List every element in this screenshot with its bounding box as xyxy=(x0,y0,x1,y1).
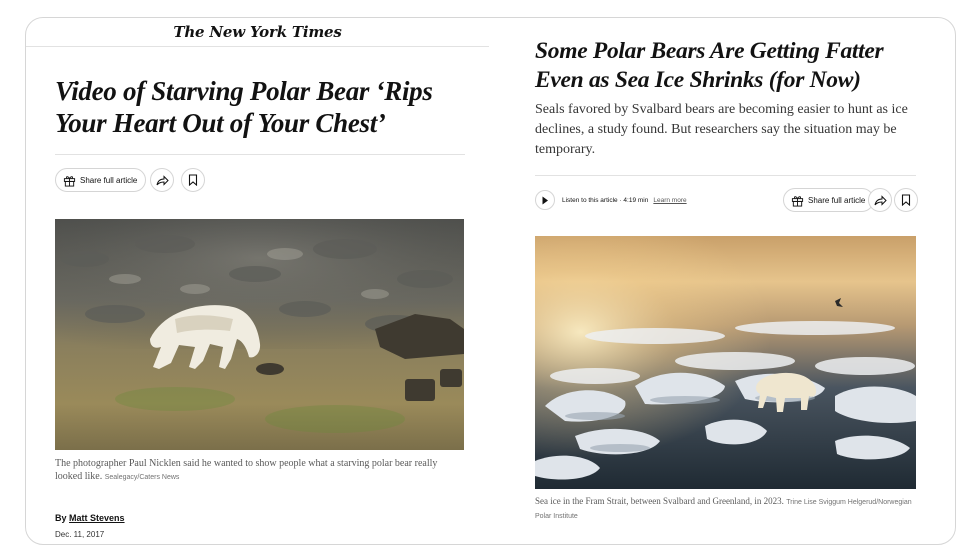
left-photo-caption: The photographer Paul Nicklen said he wa… xyxy=(55,457,455,484)
nyt-masthead[interactable]: The New York Times xyxy=(26,18,489,47)
masthead-logo: The New York Times xyxy=(173,23,342,41)
share-label: Share full article xyxy=(80,175,138,185)
comparison-card: The New York Times Video of Starving Pol… xyxy=(25,17,956,545)
share-label: Share full article xyxy=(808,195,866,205)
gift-icon xyxy=(63,175,76,187)
save-bookmark-button[interactable] xyxy=(894,188,918,212)
byline: By Matt Stevens xyxy=(55,513,125,523)
starving-polar-bear-photo xyxy=(55,219,464,450)
listen-bar: Listen to this article · 4:19 min Learn … xyxy=(535,190,687,210)
gift-icon xyxy=(791,195,804,207)
photo-image xyxy=(535,236,916,489)
listen-label: Listen to this article · 4:19 min xyxy=(562,196,649,204)
photo-credit: Sealegacy/Caters News xyxy=(104,474,180,481)
left-article: The New York Times Video of Starving Pol… xyxy=(26,18,489,544)
byline-prefix: By xyxy=(55,513,67,523)
play-button[interactable] xyxy=(535,190,555,210)
right-summary: Seals favored by Svalbard bears are beco… xyxy=(535,102,908,157)
left-headline: Video of Starving Polar Bear ‘Rips Your … xyxy=(55,76,433,138)
play-icon xyxy=(542,196,548,204)
bookmark-icon xyxy=(188,174,198,186)
share-icon xyxy=(156,174,169,186)
author-link[interactable]: Matt Stevens xyxy=(69,513,125,523)
bookmark-icon xyxy=(901,194,911,206)
share-button[interactable] xyxy=(150,168,174,192)
learn-more-link[interactable]: Learn more xyxy=(653,197,686,204)
right-photo-caption: Sea ice in the Fram Strait, between Sval… xyxy=(535,495,925,523)
divider xyxy=(55,154,465,155)
caption-text: Sea ice in the Fram Strait, between Sval… xyxy=(535,496,784,506)
share-icon xyxy=(874,194,887,206)
share-full-article-button[interactable]: Share full article xyxy=(55,168,147,192)
photo-image xyxy=(55,219,464,450)
share-full-article-button[interactable]: Share full article xyxy=(783,188,875,212)
publish-date: Dec. 11, 2017 xyxy=(55,530,105,539)
share-button[interactable] xyxy=(868,188,892,212)
right-headline: Some Polar Bears Are Getting Fatter Even… xyxy=(535,38,884,93)
polar-bear-sea-ice-photo xyxy=(535,236,916,489)
save-bookmark-button[interactable] xyxy=(181,168,205,192)
divider xyxy=(535,175,916,176)
